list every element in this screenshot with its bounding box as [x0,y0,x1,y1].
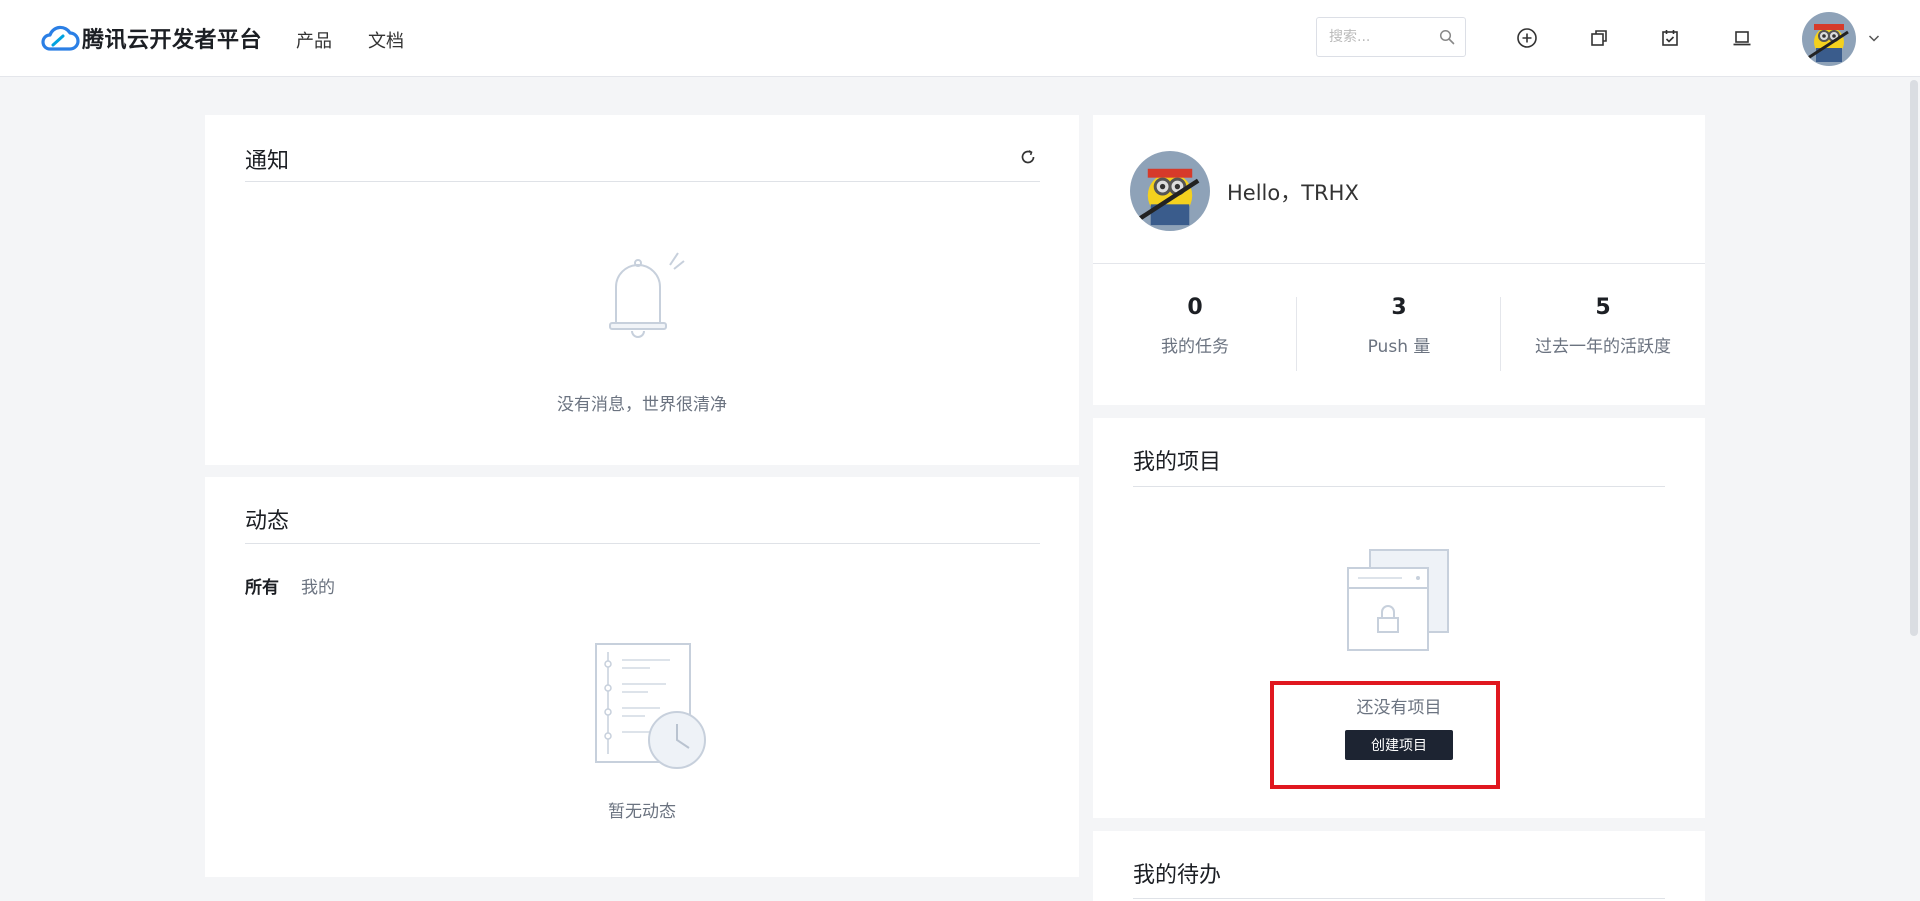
nav-products[interactable]: 产品 [296,27,332,53]
tab-all[interactable]: 所有 [245,573,279,598]
activity-card: 动态 所有 我的 暂无动态 [205,477,1079,877]
plus-circle-icon[interactable] [1516,27,1538,49]
nav-docs[interactable]: 文档 [368,27,404,53]
refresh-icon[interactable] [1018,147,1038,167]
projects-title: 我的项目 [1133,450,1222,475]
stat-label: Push 量 [1367,337,1431,357]
greeting-text: Hello，TRHX [1227,181,1359,205]
laptop-icon[interactable] [1731,27,1753,49]
stat-push[interactable]: 3 Push 量 [1297,295,1501,357]
stat-label: 过去一年的活跃度 [1535,337,1671,357]
activity-tabs: 所有 我的 [245,573,335,598]
timeline-clock-icon [595,643,706,769]
top-bar: 腾讯云开发者平台 产品 文档 [0,0,1920,77]
profile-avatar[interactable] [1130,151,1210,231]
search-icon[interactable] [1439,29,1455,45]
todo-title: 我的待办 [1133,863,1222,888]
todo-card: 我的待办 [1093,831,1705,901]
bell-icon [609,252,685,338]
calendar-check-icon[interactable] [1659,27,1681,49]
notice-title: 通知 [245,149,290,174]
stat-label: 我的任务 [1161,337,1229,357]
profile-card: Hello，TRHX 0 我的任务 3 Push 量 5 过去一年的活跃度 [1093,115,1705,405]
divider [245,181,1040,182]
brand-logo[interactable]: 腾讯云开发者平台 [38,22,262,54]
minion-avatar-icon [1130,151,1210,231]
search-box [1316,17,1466,57]
notice-empty-text: 没有消息，世界很清净 [557,395,727,415]
stat-value: 3 [1391,295,1407,320]
create-project-button[interactable]: 创建项目 [1345,730,1453,760]
stat-value: 0 [1187,295,1203,320]
stat-tasks[interactable]: 0 我的任务 [1093,295,1297,357]
divider [1133,486,1665,487]
activity-empty-text: 暂无动态 [608,802,676,822]
user-avatar[interactable] [1802,12,1856,66]
activity-title: 动态 [245,509,290,534]
stat-value: 5 [1595,295,1611,320]
chevron-down-icon[interactable] [1867,31,1881,45]
scroll-thumb[interactable] [1910,80,1918,636]
locked-project-icon [1347,549,1449,651]
divider [1093,263,1705,264]
notice-card: 通知 没有消息，世界很清净 [205,115,1079,465]
divider [245,543,1040,544]
tab-mine[interactable]: 我的 [301,573,335,598]
scrollbar[interactable] [1908,78,1920,901]
minion-avatar-icon [1802,12,1856,66]
search-input[interactable] [1317,18,1435,56]
divider [1133,898,1665,899]
copy-icon[interactable] [1588,27,1610,49]
cloud-logo-icon [41,25,80,51]
stat-activity[interactable]: 5 过去一年的活跃度 [1501,295,1705,357]
brand-name: 腾讯云开发者平台 [82,28,263,53]
